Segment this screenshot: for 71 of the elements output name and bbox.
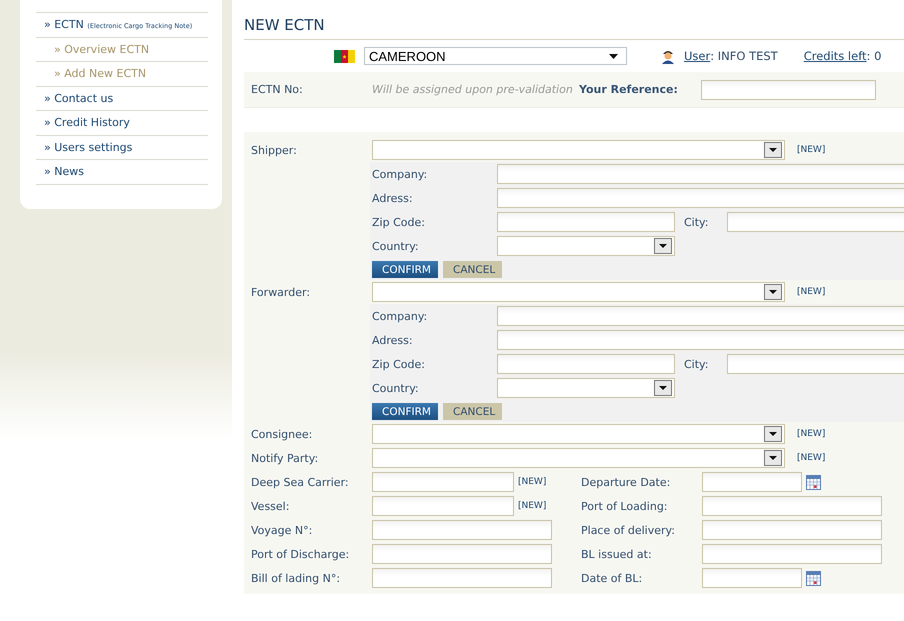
cancel-button[interactable]: CANCEL bbox=[443, 403, 502, 420]
reference-field[interactable] bbox=[701, 80, 876, 100]
field-label: ECTN No: bbox=[251, 83, 304, 96]
input-field[interactable] bbox=[497, 306, 904, 326]
field-label: Company: bbox=[372, 310, 428, 322]
new-link[interactable]: [NEW] bbox=[797, 145, 826, 155]
date-field[interactable] bbox=[702, 472, 802, 492]
new-link[interactable]: [NEW] bbox=[797, 287, 826, 297]
dropdown-arrow-icon bbox=[609, 54, 618, 58]
field-label: Zip Code: bbox=[372, 216, 426, 228]
sidebar-item[interactable]: » Users settings bbox=[36, 134, 208, 159]
sidebar-item[interactable]: » Credit History bbox=[36, 110, 208, 134]
new-link[interactable]: [NEW] bbox=[518, 501, 546, 511]
country-select[interactable] bbox=[497, 236, 675, 256]
field-label: Bill of lading N°: bbox=[251, 572, 342, 584]
calendar-icon[interactable] bbox=[806, 570, 821, 586]
input-field[interactable] bbox=[372, 568, 552, 588]
field-label: Country: bbox=[372, 382, 420, 394]
new-link[interactable]: [NEW] bbox=[797, 453, 826, 463]
page-title: NEW ECTN bbox=[244, 16, 904, 40]
input-field[interactable] bbox=[497, 212, 675, 232]
input-field[interactable] bbox=[372, 520, 552, 540]
new-link[interactable]: [NEW] bbox=[518, 477, 546, 487]
field-label: Country: bbox=[372, 240, 420, 252]
input-field[interactable] bbox=[497, 164, 904, 184]
input-field[interactable] bbox=[702, 520, 882, 540]
input-field[interactable] bbox=[702, 496, 882, 516]
field-label: City: bbox=[684, 216, 710, 228]
field-label: Forwarder: bbox=[251, 286, 312, 298]
input-field[interactable] bbox=[497, 188, 904, 208]
input-field[interactable] bbox=[372, 496, 514, 516]
field-label: Your Reference: bbox=[579, 83, 679, 96]
field-label: Company: bbox=[372, 168, 428, 180]
calendar-icon[interactable] bbox=[806, 474, 821, 490]
field-label: Voyage N°: bbox=[251, 524, 314, 536]
user-name: : INFO TEST bbox=[710, 49, 778, 63]
user-icon bbox=[660, 48, 676, 64]
field-label: Port of Discharge: bbox=[251, 548, 350, 560]
country-select[interactable]: CAMEROON bbox=[364, 47, 627, 65]
credits-value: : 0 bbox=[866, 49, 882, 63]
sidebar-item[interactable]: » News bbox=[36, 159, 208, 184]
field-label: Shipper: bbox=[251, 144, 298, 156]
confirm-button[interactable]: CONFIRM bbox=[372, 403, 438, 420]
input-field[interactable] bbox=[702, 544, 882, 564]
confirm-button[interactable]: CONFIRM bbox=[372, 261, 438, 278]
field-label: Adress: bbox=[372, 334, 414, 346]
field-label: Date of BL: bbox=[581, 572, 644, 584]
input-field[interactable] bbox=[372, 472, 514, 492]
field-label: Departure Date: bbox=[581, 476, 672, 488]
cancel-button[interactable]: CANCEL bbox=[443, 261, 502, 278]
hint-text: Will be assigned upon pre-validation bbox=[372, 83, 574, 96]
sidebar-item[interactable]: » Contact us bbox=[36, 86, 208, 110]
field-label: Adress: bbox=[372, 192, 414, 204]
country-select[interactable] bbox=[497, 378, 675, 398]
field-label: Place of delivery: bbox=[581, 524, 676, 536]
field-label: BL issued at: bbox=[581, 548, 653, 560]
field-label: Vessel: bbox=[251, 500, 290, 512]
field-label: City: bbox=[684, 358, 710, 370]
input-field[interactable] bbox=[372, 544, 552, 564]
field-label: Deep Sea Carrier: bbox=[251, 476, 350, 488]
date-field[interactable] bbox=[702, 568, 802, 588]
field-label: Notify Party: bbox=[251, 452, 320, 464]
field-label: Port of Loading: bbox=[581, 500, 669, 512]
credits-link[interactable]: Credits left bbox=[804, 49, 867, 63]
flag-icon bbox=[334, 50, 355, 62]
field-label: Consignee: bbox=[251, 428, 314, 440]
input-field[interactable] bbox=[497, 330, 904, 350]
user-link[interactable]: User bbox=[684, 49, 710, 63]
new-link[interactable]: [NEW] bbox=[797, 429, 826, 439]
field-label: Zip Code: bbox=[372, 358, 426, 370]
input-field[interactable] bbox=[497, 354, 675, 374]
